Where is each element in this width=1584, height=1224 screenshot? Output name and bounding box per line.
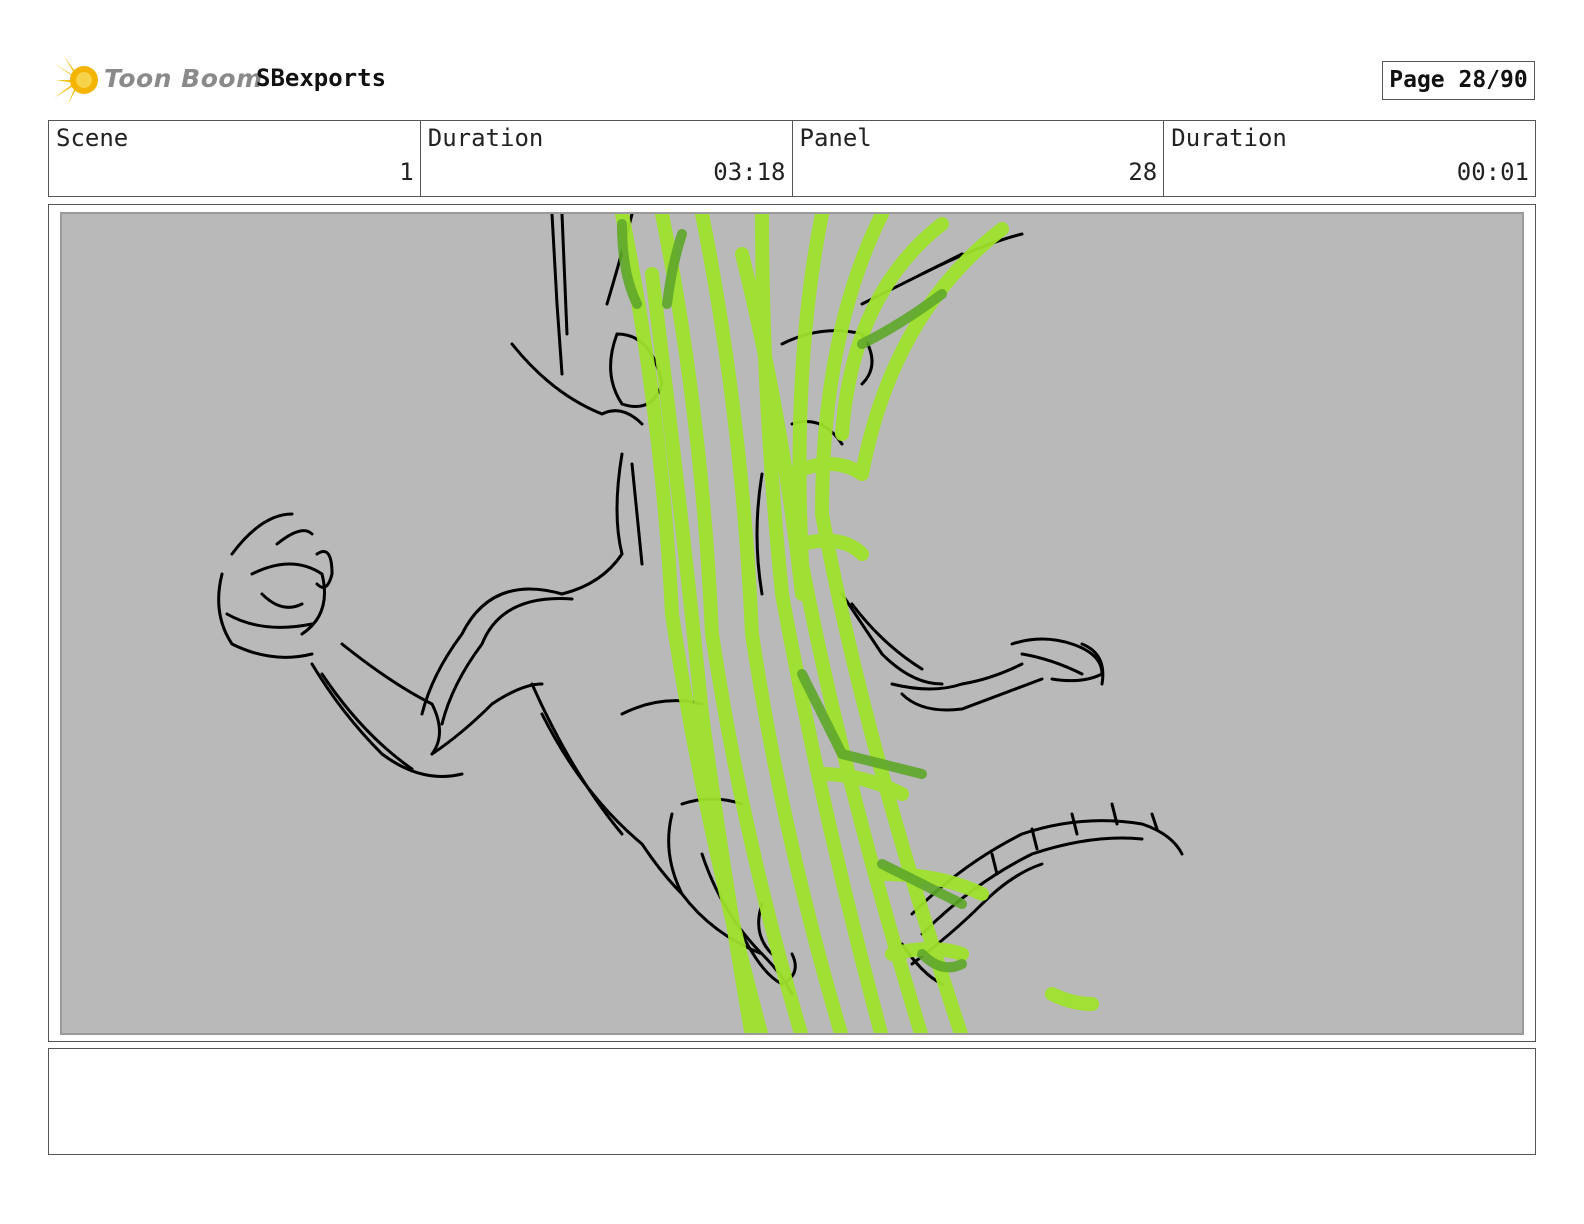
starburst-icon [52,56,98,104]
scene-duration-cell: Duration 03:18 [421,121,793,196]
panel-info-table: Scene 1 Duration 03:18 Panel 28 Duration… [48,120,1536,197]
panel-notes-box [48,1048,1536,1155]
scene-duration-value: 03:18 [713,158,786,186]
panel-value: 28 [1128,158,1158,186]
logo-text: Toon Boom [104,64,263,93]
scene-duration-label: Duration [427,124,544,152]
panel-duration-value: 00:01 [1456,158,1529,186]
panel-sketch-image [60,212,1524,1035]
page-number: Page 28/90 [1382,61,1535,100]
scene-value: 1 [399,158,414,186]
sketch-drawing [217,214,1184,1033]
panel-cell: Panel 28 [793,121,1165,196]
project-name: SBexports [256,64,387,92]
panel-duration-cell: Duration 00:01 [1164,121,1535,196]
scene-label: Scene [56,124,129,152]
panel-duration-label: Duration [1171,124,1287,152]
scene-cell: Scene 1 [49,121,421,196]
panel-label: Panel [799,124,872,152]
